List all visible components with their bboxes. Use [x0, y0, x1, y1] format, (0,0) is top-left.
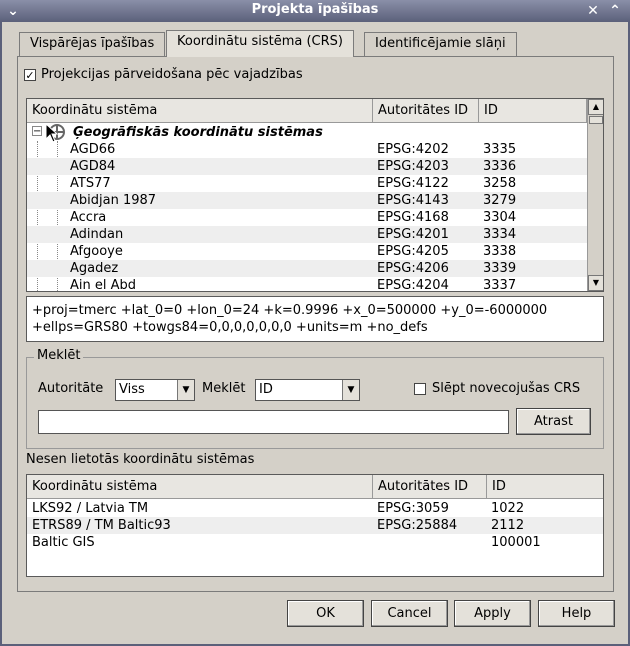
table-row[interactable]: Accra EPSG:4168 3304 [27, 209, 587, 226]
title-bar[interactable]: ⌄ Projekta īpašības ✕ ⌃ [0, 0, 630, 22]
search-input[interactable] [38, 410, 509, 434]
tree-group-row[interactable]: − Ģeogrāfiskās koordinātu sistēmas [27, 124, 587, 141]
search-group-title: Meklēt [34, 348, 84, 363]
proj-string-box: +proj=tmerc +lat_0=0 +lon_0=24 +k=0.9996… [26, 296, 604, 342]
tab-crs[interactable]: Koordinātu sistēma (CRS) [166, 30, 354, 57]
table-row[interactable]: Afgooye EPSG:4205 3338 [27, 243, 587, 260]
tab-identifiable-layers[interactable]: Identificējamie slāņi [364, 32, 517, 56]
table-row[interactable]: Adindan EPSG:4201 3334 [27, 226, 587, 243]
reproject-checkbox[interactable]: ✓ [24, 69, 36, 81]
table-row[interactable]: ATS77 EPSG:4122 3258 [27, 175, 587, 192]
proj-string-line-1: +proj=tmerc +lat_0=0 +lon_0=24 +k=0.9996… [32, 303, 548, 318]
cancel-button[interactable]: Cancel [371, 600, 448, 627]
hide-deprecated-label: Slēpt novecojušas CRS [432, 381, 581, 396]
recent-title: Nesen lietotās koordinātu sistēmas [26, 452, 255, 467]
scroll-down-icon[interactable]: ▼ [588, 275, 603, 291]
window-title: Projekta īpašības [251, 2, 379, 17]
maximize-icon[interactable]: ⌃ [606, 2, 624, 20]
help-button[interactable]: Help [538, 600, 615, 627]
table-row[interactable]: Agadez EPSG:4206 3339 [27, 260, 587, 277]
recent-col-header-id[interactable]: ID [487, 475, 603, 499]
recent-crs-list[interactable]: Koordinātu sistēma Autoritātes ID ID LKS… [26, 474, 604, 577]
ok-button[interactable]: OK [287, 600, 364, 627]
table-row[interactable]: Ain el Abd EPSG:4204 3337 [27, 277, 587, 291]
crs-list-scrollbar[interactable]: ▲ ▼ [587, 99, 603, 291]
hide-deprecated-checkbox[interactable] [414, 383, 426, 395]
find-button[interactable]: Atrast [516, 408, 591, 435]
scroll-thumb[interactable] [589, 116, 603, 124]
recent-col-header-authority[interactable]: Autoritātes ID [373, 475, 487, 499]
table-row[interactable]: LKS92 / Latvia TM EPSG:3059 1022 [27, 500, 603, 517]
recent-rows: LKS92 / Latvia TM EPSG:3059 1022 ETRS89 / … [27, 500, 603, 551]
reproject-label: Projekcijas pārveidošana pēc vajadzības [41, 67, 303, 82]
authority-label: Autoritāte [38, 381, 104, 396]
close-icon[interactable]: ✕ [584, 2, 602, 20]
tab-general[interactable]: Vispārējas īpašības [19, 32, 166, 56]
chevron-down-icon: ▼ [177, 380, 194, 400]
authority-combo[interactable]: Viss ▼ [115, 379, 195, 401]
group-label: Ģeogrāfiskās koordinātu sistēmas [73, 125, 323, 140]
col-header-authority[interactable]: Autoritātes ID [373, 99, 479, 123]
search-field-label: Meklēt [202, 381, 246, 396]
col-header-crs[interactable]: Koordinātu sistēma [27, 99, 373, 123]
table-row[interactable]: AGD66 EPSG:4202 3335 [27, 141, 587, 158]
table-row[interactable]: AGD84 EPSG:4203 3336 [27, 158, 587, 175]
table-row[interactable]: ETRS89 / TM Baltic93 EPSG:25884 2112 [27, 517, 603, 534]
crs-rows: AGD66 EPSG:4202 3335 AGD84 EPSG:4203 3336 AT… [27, 141, 587, 291]
chevron-down-icon: ▼ [342, 380, 359, 400]
table-row[interactable]: Abidjan 1987 EPSG:4143 3279 [27, 192, 587, 209]
table-row[interactable]: Baltic GIS 100001 [27, 534, 603, 551]
scroll-up-icon[interactable]: ▲ [588, 99, 603, 115]
apply-button[interactable]: Apply [454, 600, 531, 627]
col-header-id[interactable]: ID [479, 99, 587, 123]
search-field-combo[interactable]: ID ▼ [255, 379, 360, 401]
proj-string-line-2: +ellps=GRS80 +towgs84=0,0,0,0,0,0,0 +uni… [32, 320, 428, 335]
recent-col-header-crs[interactable]: Koordinātu sistēma [27, 475, 373, 499]
crs-tree-list[interactable]: Koordinātu sistēma Autoritātes ID ID − Ģ… [26, 98, 604, 292]
collapse-icon[interactable]: − [32, 126, 42, 137]
search-groupbox [26, 357, 604, 449]
